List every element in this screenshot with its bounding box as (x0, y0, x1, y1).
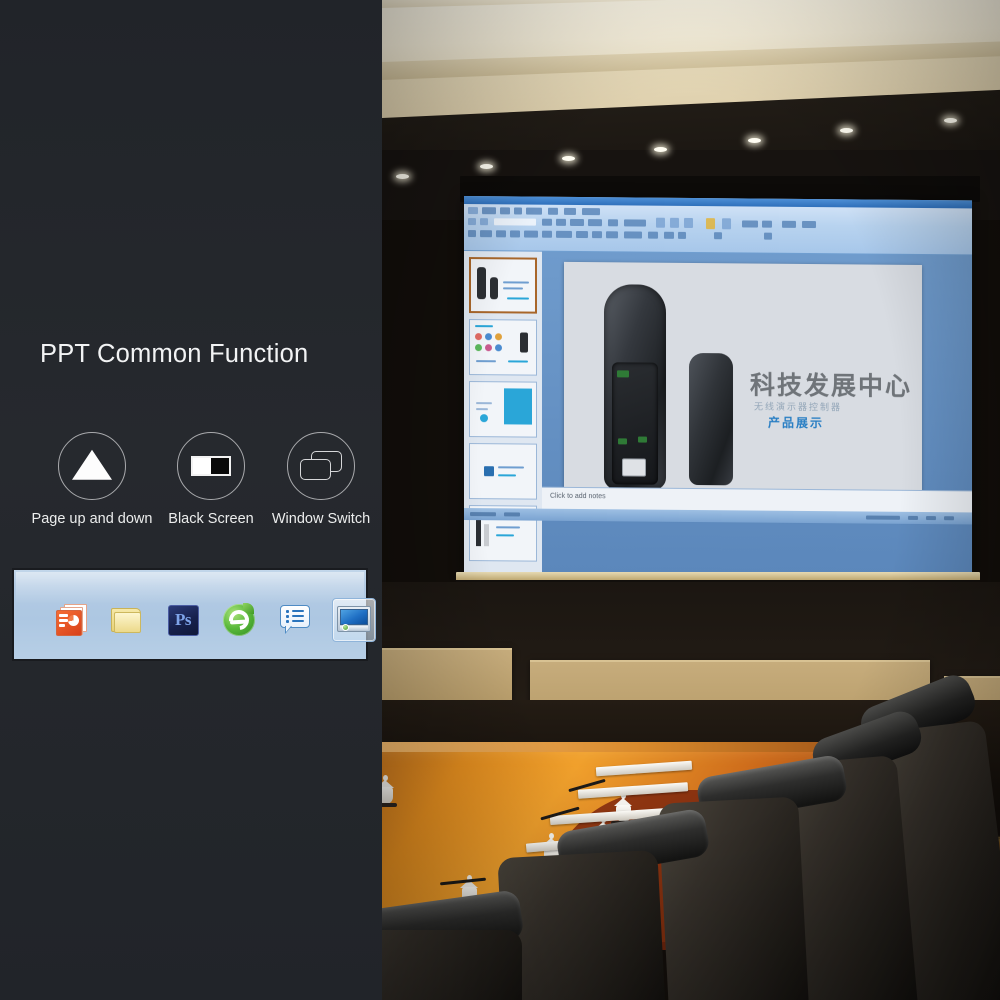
taskbar-item-powerpoint[interactable] (52, 601, 90, 639)
browser-icon (223, 603, 255, 636)
taskbar[interactable]: Ps (12, 568, 376, 661)
window-switch-glyph (300, 451, 342, 481)
window-switch-icon[interactable] (287, 432, 355, 500)
taskbar-item-folder[interactable] (108, 601, 146, 639)
taskbar-item-browser[interactable] (220, 601, 258, 639)
slide-thumbnail[interactable] (469, 443, 537, 500)
presenter-device-body (604, 284, 666, 490)
slide-thumbnail[interactable] (469, 319, 537, 376)
screenshot-root: PPT Common Function Page up and down Bla… (0, 0, 1000, 1000)
downlight-icon (748, 138, 761, 143)
toggle-switch-icon[interactable] (177, 432, 245, 500)
downlight-icon (840, 128, 853, 133)
downlight-icon (654, 147, 667, 152)
presenter-device-open-compartment (612, 362, 658, 485)
notes-placeholder: Click to add notes (550, 492, 606, 501)
downlight-icon (562, 156, 575, 161)
taskbar-item-notes[interactable] (276, 601, 314, 639)
feature-label-page-up-down: Page up and down (31, 511, 153, 527)
toggle-switch-glyph (191, 456, 231, 476)
powerpoint-icon (55, 604, 87, 636)
folder-icon (111, 606, 143, 634)
powerpoint-window[interactable]: 科技发展中心 无线演示器控制器 产品展示 Click to add notes (464, 196, 972, 577)
slide-stage[interactable]: 科技发展中心 无线演示器控制器 产品展示 (542, 251, 972, 577)
feature-page-up-down[interactable]: Page up and down (22, 432, 162, 527)
ppt-ribbon[interactable] (464, 204, 972, 256)
downlight-icon (480, 164, 493, 169)
conference-room-photo: 科技发展中心 无线演示器控制器 产品展示 Click to add notes (382, 0, 1000, 1000)
projection-screen: 科技发展中心 无线演示器控制器 产品展示 Click to add notes (464, 196, 972, 577)
slide-thumbnail-panel[interactable] (464, 251, 542, 573)
usb-receiver (622, 458, 646, 477)
feature-window-switch[interactable]: Window Switch (260, 432, 382, 527)
photoshop-icon: Ps (167, 604, 199, 636)
taskbar-icon-list: Ps (52, 598, 376, 642)
left-info-panel: PPT Common Function Page up and down Bla… (0, 0, 382, 1000)
current-slide[interactable]: 科技发展中心 无线演示器控制器 产品展示 (564, 261, 922, 519)
page-title: PPT Common Function (40, 340, 309, 368)
presenter-device-cap (689, 352, 733, 486)
triangle-up-glyph (72, 449, 112, 480)
feature-black-screen[interactable]: Black Screen (150, 432, 272, 527)
slide-subtitle-text: 无线演示器控制器 (754, 401, 843, 413)
downlight-icon (396, 174, 409, 179)
feature-label-black-screen: Black Screen (168, 511, 254, 527)
slide-thumbnail[interactable] (469, 257, 537, 314)
slide-title-text: 科技发展中心 (750, 370, 913, 401)
taskbar-item-show-desktop[interactable] (332, 598, 376, 642)
triangle-up-icon[interactable] (58, 432, 126, 500)
show-desktop-icon (337, 606, 371, 634)
downlight-icon (944, 118, 957, 123)
feature-label-window-switch: Window Switch (271, 511, 371, 527)
feature-icon-row: Page up and down Black Screen Window Swi… (12, 432, 372, 542)
chat-list-icon (279, 605, 311, 635)
slide-subtitle2-text: 产品展示 (768, 415, 825, 431)
slide-thumbnail[interactable] (469, 381, 537, 438)
taskbar-item-photoshop[interactable]: Ps (164, 601, 202, 639)
